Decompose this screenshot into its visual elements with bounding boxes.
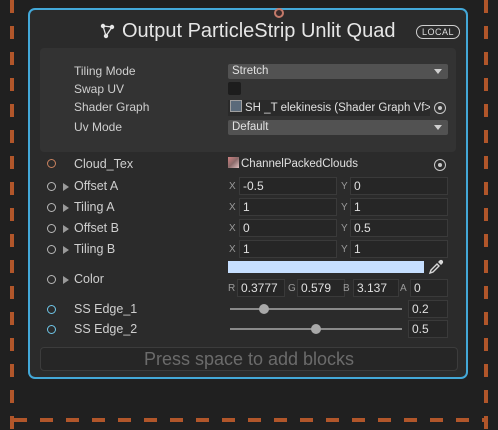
tiling-a-label: Tiling A — [74, 200, 115, 214]
r-channel-label: R — [228, 283, 236, 294]
tiling-a-y-field[interactable]: 1 — [350, 198, 448, 216]
tiling-a-input-port[interactable] — [47, 203, 56, 212]
cloud-tex-field[interactable]: ChannelPackedClouds — [228, 156, 430, 172]
tiling-a-x-field[interactable]: 1 — [239, 198, 337, 216]
texture-icon — [228, 157, 239, 168]
offset-a-input-port[interactable] — [47, 182, 56, 191]
output-node[interactable]: Output ParticleStrip Unlit Quad LOCAL Ti… — [28, 8, 468, 379]
offset-b-input-port[interactable] — [47, 224, 56, 233]
offset-a-label: Offset A — [74, 179, 119, 193]
ss-edge-1-input-port[interactable] — [47, 305, 56, 314]
offset-b-y-field[interactable]: 0.5 — [350, 219, 448, 237]
y-axis-label: Y — [341, 181, 348, 192]
expand-triangle-icon[interactable] — [63, 225, 69, 233]
tiling-a-row: Tiling A X 1 Y 1 — [30, 196, 466, 218]
chevron-down-icon — [434, 69, 442, 74]
swap-uv-label: Swap UV — [74, 82, 125, 96]
y-axis-label: Y — [341, 244, 348, 255]
y-axis-label: Y — [341, 223, 348, 234]
cloud-tex-value: ChannelPackedClouds — [241, 158, 358, 170]
tiling-b-input-port[interactable] — [47, 245, 56, 254]
tiling-mode-value: Stretch — [232, 65, 269, 77]
tiling-b-x-field[interactable]: 1 — [239, 240, 337, 258]
ss-edge-1-value-field[interactable]: 0.2 — [408, 300, 448, 318]
ss-edge-2-row: SS Edge_2 0.5 — [30, 318, 466, 340]
expand-triangle-icon[interactable] — [63, 246, 69, 254]
offset-a-x-field[interactable]: -0.5 — [239, 177, 337, 195]
shader-graph-field[interactable]: SH _T elekinesis (Shader Graph Vf> — [228, 100, 430, 116]
swap-uv-row: Swap UV — [30, 80, 466, 100]
uv-mode-label: Uv Mode — [74, 120, 123, 134]
tiling-b-row: Tiling B X 1 Y 1 — [30, 238, 466, 260]
ss-edge-2-label: SS Edge_2 — [74, 322, 138, 336]
cloud-tex-row: Cloud_Tex ChannelPackedClouds — [30, 153, 466, 175]
ss-edge-1-slider-track[interactable] — [230, 308, 402, 310]
x-axis-label: X — [229, 244, 236, 255]
offset-a-y-field[interactable]: 0 — [350, 177, 448, 195]
expand-triangle-icon[interactable] — [63, 183, 69, 191]
offset-b-label: Offset B — [74, 221, 119, 235]
chevron-down-icon — [434, 125, 442, 130]
uv-mode-dropdown[interactable]: Default — [228, 120, 448, 135]
object-picker-icon[interactable] — [434, 102, 446, 114]
node-header[interactable]: Output ParticleStrip Unlit Quad LOCAL — [30, 14, 466, 48]
color-r-field[interactable]: 0.3777 — [237, 279, 285, 297]
tiling-mode-label: Tiling Mode — [74, 64, 136, 78]
color-b-field[interactable]: 3.137 — [353, 279, 399, 297]
local-badge[interactable]: LOCAL — [415, 25, 460, 39]
cloud-tex-label: Cloud_Tex — [74, 157, 134, 171]
shader-graph-row: Shader Graph SH _T elekinesis (Shader Gr… — [30, 98, 466, 118]
node-title: Output ParticleStrip Unlit Quad — [122, 20, 396, 42]
x-axis-label: X — [229, 181, 236, 192]
group-border-right — [484, 0, 488, 430]
color-g-field[interactable]: 0.579 — [297, 279, 345, 297]
offset-a-row: Offset A X -0.5 Y 0 — [30, 175, 466, 197]
y-axis-label: Y — [341, 202, 348, 213]
offset-b-x-field[interactable]: 0 — [239, 219, 337, 237]
uv-mode-row: Uv Mode Default — [30, 118, 466, 138]
cloud-tex-input-port[interactable] — [47, 159, 56, 168]
x-axis-label: X — [229, 223, 236, 234]
shader-graph-asset-icon — [230, 100, 242, 112]
g-channel-label: G — [288, 283, 296, 294]
tiling-mode-dropdown[interactable]: Stretch — [228, 64, 448, 79]
swap-uv-checkbox[interactable] — [228, 82, 241, 95]
offset-b-row: Offset B X 0 Y 0.5 — [30, 217, 466, 239]
uv-mode-value: Default — [232, 121, 269, 133]
tiling-mode-row: Tiling Mode Stretch — [30, 62, 466, 82]
group-border-bottom — [14, 418, 484, 422]
particle-strip-icon — [100, 23, 115, 39]
ss-edge-1-row: SS Edge_1 0.2 — [30, 298, 466, 320]
ss-edge-1-slider-handle[interactable] — [259, 304, 270, 314]
ss-edge-2-value-field[interactable]: 0.5 — [408, 320, 448, 338]
shader-graph-value: SH _T elekinesis (Shader Graph Vf> — [245, 102, 430, 114]
ss-edge-1-label: SS Edge_1 — [74, 302, 138, 316]
b-channel-label: B — [343, 283, 350, 294]
group-border-left — [10, 0, 14, 430]
tiling-b-y-field[interactable]: 1 — [350, 240, 448, 258]
a-channel-label: A — [400, 283, 407, 294]
color-a-field[interactable]: 0 — [410, 279, 448, 297]
expand-triangle-icon[interactable] — [63, 204, 69, 212]
tiling-b-label: Tiling B — [74, 242, 116, 256]
object-picker-icon[interactable] — [434, 159, 446, 171]
add-blocks-hint[interactable]: Press space to add blocks — [40, 347, 458, 371]
x-axis-label: X — [229, 202, 236, 213]
ss-edge-2-slider-handle[interactable] — [311, 324, 321, 334]
color-channels-row: R 0.3777 G 0.579 B 3.137 A 0 — [30, 278, 466, 298]
shader-graph-label: Shader Graph — [74, 100, 150, 114]
ss-edge-2-input-port[interactable] — [47, 325, 56, 334]
